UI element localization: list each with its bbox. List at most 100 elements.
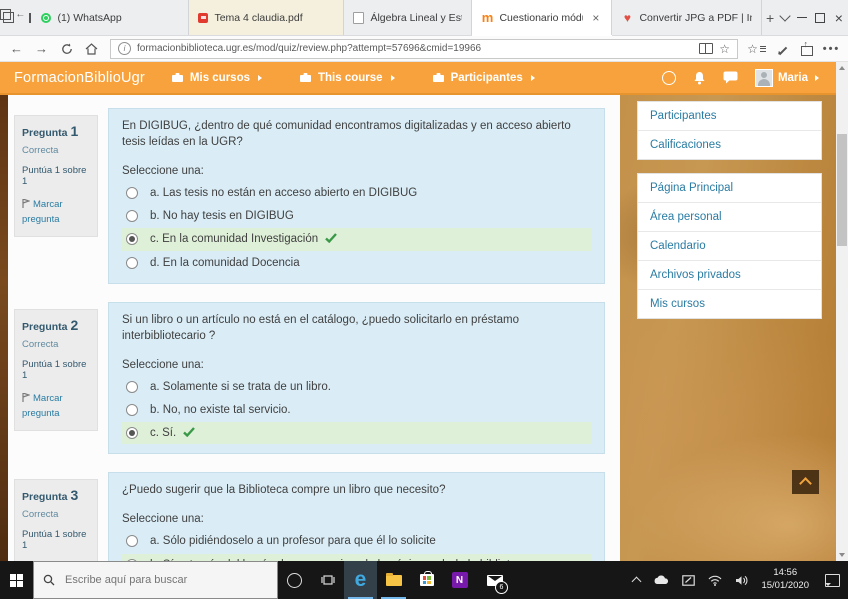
flag-icon xyxy=(22,199,30,208)
navbar-menu-item[interactable]: This course xyxy=(299,72,398,84)
option-label: c. Sí. xyxy=(150,427,176,439)
site-info-icon[interactable]: i xyxy=(118,42,131,55)
close-button[interactable]: × xyxy=(830,0,848,35)
scrollbar-thumb[interactable] xyxy=(837,134,847,246)
system-tray: 14:56 15/01/2020 xyxy=(633,561,848,599)
browser-scrollbar[interactable] xyxy=(836,62,848,561)
sidebar-link[interactable]: Calendario xyxy=(638,231,821,260)
reading-view-icon[interactable] xyxy=(699,43,713,54)
chevron-up-icon xyxy=(799,477,812,490)
search-input[interactable] xyxy=(63,573,268,587)
browser-tab[interactable]: (1) WhatsApp × xyxy=(32,0,189,35)
radio-button[interactable] xyxy=(126,233,138,245)
option-label: a. Solamente si se trata de un libro. xyxy=(150,381,331,393)
answer-option[interactable]: a. Las tesis no están en acceso abierto … xyxy=(122,182,592,204)
question-info-box: Pregunta 1 Correcta Puntúa 1 sobre 1 Mar… xyxy=(14,115,98,237)
scroll-down-arrow[interactable] xyxy=(836,549,848,561)
action-center-icon[interactable] xyxy=(825,574,840,587)
question-state: Correcta xyxy=(22,145,90,156)
sidebar-link[interactable]: Página Principal xyxy=(638,174,821,202)
tab-preview-icon[interactable] xyxy=(0,0,16,35)
hidden-icons-chevron[interactable] xyxy=(632,577,642,587)
answer-option[interactable]: b. No hay tesis en DIGIBUG xyxy=(122,205,592,227)
radio-button[interactable] xyxy=(126,381,138,393)
radio-button[interactable] xyxy=(126,187,138,199)
browser-tab[interactable]: Tema 4 claudia.pdf × xyxy=(189,0,344,35)
browser-tab[interactable]: Convertir JPG a PDF | In × xyxy=(612,0,762,35)
sidebar-link-label: Área personal xyxy=(650,211,722,223)
minimize-button[interactable] xyxy=(793,0,811,35)
share-icon[interactable] xyxy=(794,42,819,56)
question-points: Puntúa 1 sobre 1 xyxy=(22,165,90,187)
start-button[interactable] xyxy=(0,561,33,599)
answer-option[interactable]: d. En la comunidad Docencia xyxy=(122,252,592,274)
sidebar-link[interactable]: Área personal xyxy=(638,202,821,231)
tab-dropdown-button[interactable] xyxy=(778,0,793,35)
browser-tab[interactable]: Álgebra Lineal y Estruct × xyxy=(344,0,472,35)
onedrive-cloud-icon[interactable] xyxy=(653,575,669,585)
sidebar-link-label: Participantes xyxy=(650,110,716,122)
address-bar[interactable]: i formacionbiblioteca.ugr.es/mod/quiz/re… xyxy=(110,39,738,59)
sidebar-link-label: Página Principal xyxy=(650,182,733,194)
ink-workspace-icon[interactable] xyxy=(682,575,695,586)
answer-option[interactable]: a. Solamente si se trata de un libro. xyxy=(122,376,592,398)
annotate-pen-icon[interactable] xyxy=(769,43,794,55)
store-button[interactable] xyxy=(410,561,443,599)
user-menu[interactable]: Maria xyxy=(755,69,822,87)
onenote-button[interactable]: N xyxy=(443,561,476,599)
forward-icon[interactable]: → xyxy=(29,41,54,56)
scroll-up-arrow[interactable] xyxy=(836,62,848,74)
radio-button[interactable] xyxy=(126,257,138,269)
taskbar-search-box[interactable] xyxy=(33,561,278,599)
radio-button[interactable] xyxy=(126,404,138,416)
messages-icon[interactable] xyxy=(723,71,738,84)
restore-button[interactable] xyxy=(811,0,829,35)
browser-tab[interactable]: Cuestionario módu × xyxy=(472,0,612,35)
home-icon[interactable] xyxy=(79,43,104,55)
edge-taskbar-button[interactable]: e xyxy=(344,561,377,599)
windows-taskbar: e N 6 14:56 15/01/2020 xyxy=(0,561,848,599)
cortana-button[interactable] xyxy=(278,561,311,599)
wifi-icon[interactable] xyxy=(708,575,722,586)
tab-close-icon[interactable]: × xyxy=(589,11,602,25)
sidebar-link[interactable]: Archivos privados xyxy=(638,260,821,289)
sidebar-block-site: Página Principal Área personal Calendari… xyxy=(637,173,822,319)
back-icon[interactable]: ← xyxy=(4,41,29,56)
more-options-icon[interactable]: ••• xyxy=(819,43,844,55)
file-explorer-button[interactable] xyxy=(377,561,410,599)
refresh-icon[interactable] xyxy=(54,43,79,55)
flag-question-link[interactable]: Marcar pregunta xyxy=(22,391,90,421)
navbar-menu-item[interactable]: Participantes xyxy=(432,72,538,84)
mail-button[interactable]: 6 xyxy=(476,561,514,599)
radio-button[interactable] xyxy=(126,427,138,439)
screen: (1) WhatsApp × Tema 4 claudia.pdf × Álge… xyxy=(0,0,848,599)
option-label: b. No hay tesis en DIGIBUG xyxy=(150,210,294,222)
answer-option[interactable]: b. Sí, a través del buzón de sugerencias… xyxy=(122,554,592,562)
page-content: Pregunta 1 Correcta Puntúa 1 sobre 1 Mar… xyxy=(0,95,836,561)
sidebar-link[interactable]: Calificaciones xyxy=(638,130,821,159)
volume-icon[interactable] xyxy=(735,575,748,586)
answer-option[interactable]: a. Sólo pidiéndoselo a un profesor para … xyxy=(122,530,592,552)
favorite-star-icon[interactable]: ☆ xyxy=(719,43,730,55)
notifications-bell-icon[interactable] xyxy=(693,71,706,85)
sidebar-link[interactable]: Mis cursos xyxy=(638,289,821,318)
answer-option[interactable]: c. En la comunidad Investigación xyxy=(122,228,592,250)
navbar-menu-item[interactable]: Mis cursos xyxy=(171,72,265,84)
taskbar-clock[interactable]: 14:56 15/01/2020 xyxy=(761,567,809,593)
windows-logo-icon xyxy=(10,574,23,587)
site-brand[interactable]: FormacionBiblioUgr xyxy=(14,70,145,86)
back-to-top-button[interactable] xyxy=(792,470,819,494)
search-icon[interactable] xyxy=(662,71,676,85)
radio-button[interactable] xyxy=(126,535,138,547)
hub-favorites-icon[interactable]: ☆ xyxy=(744,43,769,55)
set-tabs-aside-icon[interactable] xyxy=(16,0,32,35)
new-tab-button[interactable]: + xyxy=(762,0,777,35)
answer-option[interactable]: c. Sí. xyxy=(122,422,592,444)
sidebar-link[interactable]: Participantes xyxy=(638,102,821,130)
url-text[interactable]: formacionbiblioteca.ugr.es/mod/quiz/revi… xyxy=(137,43,693,54)
radio-button[interactable] xyxy=(126,210,138,222)
task-view-button[interactable] xyxy=(311,561,344,599)
quiz-review-column: Pregunta 1 Correcta Puntúa 1 sobre 1 Mar… xyxy=(8,95,620,561)
flag-question-link[interactable]: Marcar pregunta xyxy=(22,197,90,227)
answer-option[interactable]: b. No, no existe tal servicio. xyxy=(122,399,592,421)
